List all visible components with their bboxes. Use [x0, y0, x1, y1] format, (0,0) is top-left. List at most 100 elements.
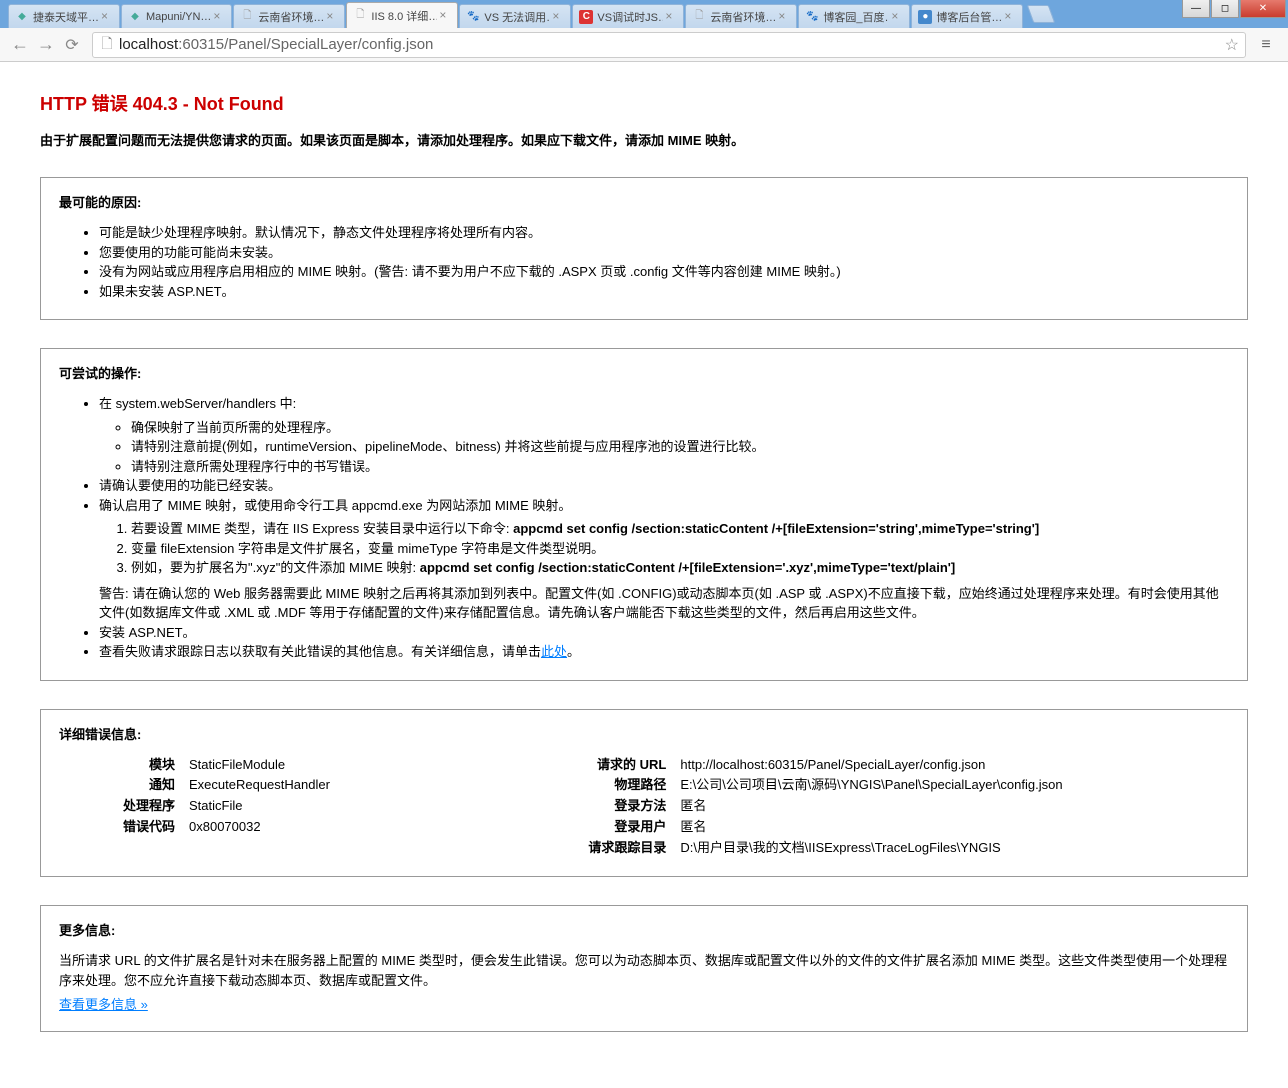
- window-close-button[interactable]: ✕: [1240, 0, 1286, 18]
- url-path: :60315/Panel/SpecialLayer/config.json: [178, 36, 433, 53]
- detail-row: 登录方法匿名: [550, 796, 1229, 817]
- list-item: 可能是缺少处理程序映射。默认情况下，静态文件处理程序将处理所有内容。: [99, 223, 1229, 243]
- detail-label: 登录用户: [550, 817, 680, 838]
- tab-close-icon[interactable]: ×: [1004, 11, 1016, 23]
- tab-favicon-icon: ●: [918, 10, 932, 24]
- tab-title: Mapuni/YN…: [146, 11, 211, 23]
- list-item: 查看失败请求跟踪日志以获取有关此错误的其他信息。有关详细信息，请单击此处。: [99, 642, 1229, 662]
- tab-favicon-icon: 🗋: [692, 10, 706, 24]
- command-text: appcmd set config /section:staticContent…: [420, 560, 956, 575]
- browser-tab[interactable]: ● 博客后台管…×: [911, 4, 1023, 28]
- likely-causes-section: 最可能的原因: 可能是缺少处理程序映射。默认情况下，静态文件处理程序将处理所有内…: [40, 177, 1248, 320]
- more-info-link[interactable]: 查看更多信息 »: [59, 997, 148, 1012]
- detail-row: 物理路径E:\公司\公司项目\云南\源码\YNGIS\Panel\Special…: [550, 775, 1229, 796]
- tab-favicon-icon: 🐾: [466, 10, 480, 24]
- list-item: 变量 fileExtension 字符串是文件扩展名，变量 mimeType 字…: [131, 539, 1229, 559]
- url-host: localhost: [119, 36, 178, 53]
- tab-favicon-icon: 🗋: [240, 10, 254, 24]
- command-text: appcmd set config /section:staticContent…: [513, 521, 1039, 536]
- section-heading: 最可能的原因:: [59, 192, 1229, 211]
- back-button[interactable]: ←: [8, 33, 32, 57]
- tab-close-icon[interactable]: ×: [326, 11, 338, 23]
- tab-close-icon[interactable]: ×: [891, 11, 903, 23]
- tab-title: VS 无法调用…: [484, 9, 550, 25]
- window-maximize-button[interactable]: ◻: [1211, 0, 1239, 18]
- detail-row: 登录用户匿名: [550, 817, 1229, 838]
- detail-value: 0x80070032: [189, 817, 550, 838]
- detail-row: 处理程序StaticFile: [59, 796, 550, 817]
- tab-title: 博客后台管…: [936, 9, 1002, 25]
- detail-value: StaticFileModule: [189, 755, 550, 776]
- tab-close-icon[interactable]: ×: [552, 11, 564, 23]
- details-link[interactable]: 此处: [541, 644, 567, 659]
- list-item: 您要使用的功能可能尚未安装。: [99, 243, 1229, 263]
- tab-close-icon[interactable]: ×: [439, 10, 451, 22]
- list-item: 在 system.webServer/handlers 中: 确保映射了当前页所…: [99, 394, 1229, 476]
- reload-button[interactable]: ⟳: [60, 33, 84, 57]
- detail-label: 登录方法: [550, 796, 680, 817]
- list-item: 请确认要使用的功能已经安装。: [99, 476, 1229, 496]
- browser-tab[interactable]: CVS调试时JS…×: [572, 4, 684, 28]
- section-heading: 可尝试的操作:: [59, 363, 1229, 382]
- tab-close-icon[interactable]: ×: [665, 11, 677, 23]
- detail-row: 错误代码0x80070032: [59, 817, 550, 838]
- detail-row: 请求的 URLhttp://localhost:60315/Panel/Spec…: [550, 755, 1229, 776]
- detail-label: 物理路径: [550, 775, 680, 796]
- bookmark-star-icon[interactable]: ☆: [1225, 35, 1239, 55]
- detail-value: D:\用户目录\我的文档\IISExpress\TraceLogFiles\YN…: [680, 838, 1229, 859]
- tab-favicon-icon: 🗋: [353, 9, 367, 23]
- browser-tab[interactable]: 🗋 云南省环境…×: [233, 4, 345, 28]
- list-item: 如果未安装 ASP.NET。: [99, 282, 1229, 302]
- list-item: 请特别注意前提(例如，runtimeVersion、pipelineMode、b…: [131, 437, 1229, 457]
- list-item: 没有为网站或应用程序启用相应的 MIME 映射。(警告: 请不要为用户不应下载的…: [99, 262, 1229, 282]
- detail-row: 请求跟踪目录D:\用户目录\我的文档\IISExpress\TraceLogFi…: [550, 838, 1229, 859]
- error-description: 由于扩展配置问题而无法提供您请求的页面。如果该页面是脚本，请添加处理程序。如果应…: [40, 130, 1248, 149]
- tab-favicon-icon: C: [579, 10, 593, 24]
- browser-tab[interactable]: 🗋 IIS 8.0 详细…×: [346, 2, 458, 28]
- detail-label: 模块: [59, 755, 189, 776]
- list-item: 若要设置 MIME 类型，请在 IIS Express 安装目录中运行以下命令:…: [131, 519, 1229, 539]
- browser-tab[interactable]: ◆捷泰天域平…×: [8, 4, 120, 28]
- list-item: 安装 ASP.NET。: [99, 623, 1229, 643]
- page-content: HTTP 错误 404.3 - Not Found 由于扩展配置问题而无法提供您…: [0, 62, 1288, 1088]
- browser-tab-strip: ◆捷泰天域平…×◆Mapuni/YN…×🗋云南省环境…×🗋IIS 8.0 详细……: [0, 0, 1288, 28]
- detail-label: 处理程序: [59, 796, 189, 817]
- browser-tab[interactable]: ◆Mapuni/YN…×: [121, 4, 232, 28]
- tab-title: 云南省环境…: [258, 9, 324, 25]
- browser-tab[interactable]: 🐾博客园_百度…×: [798, 4, 910, 28]
- detail-label: 错误代码: [59, 817, 189, 838]
- forward-button[interactable]: →: [34, 33, 58, 57]
- error-title: HTTP 错误 404.3 - Not Found: [40, 90, 1248, 116]
- detail-row: 通知ExecuteRequestHandler: [59, 775, 550, 796]
- tab-close-icon[interactable]: ×: [213, 11, 225, 23]
- list-item: 请特别注意所需处理程序行中的书写错误。: [131, 457, 1229, 477]
- list-item: 例如，要为扩展名为".xyz"的文件添加 MIME 映射: appcmd set…: [131, 558, 1229, 578]
- detail-value: 匿名: [680, 817, 1229, 838]
- more-info-text: 当所请求 URL 的文件扩展名是针对未在服务器上配置的 MIME 类型时，便会发…: [59, 951, 1229, 990]
- section-heading: 详细错误信息:: [59, 724, 1229, 743]
- detail-value: E:\公司\公司项目\云南\源码\YNGIS\Panel\SpecialLaye…: [680, 775, 1229, 796]
- url-text: localhost:60315/Panel/SpecialLayer/confi…: [119, 36, 1225, 53]
- detail-row: 模块StaticFileModule: [59, 755, 550, 776]
- tab-title: 博客园_百度…: [823, 9, 889, 25]
- site-info-icon[interactable]: 🗋: [99, 33, 115, 57]
- window-minimize-button[interactable]: —: [1182, 0, 1210, 18]
- browser-toolbar: ← → ⟳ 🗋 localhost:60315/Panel/SpecialLay…: [0, 28, 1288, 62]
- list-item: 确保映射了当前页所需的处理程序。: [131, 418, 1229, 438]
- chrome-menu-button[interactable]: ≡: [1252, 33, 1280, 57]
- tab-title: IIS 8.0 详细…: [371, 8, 437, 24]
- list-item: 确认启用了 MIME 映射，或使用命令行工具 appcmd.exe 为网站添加 …: [99, 496, 1229, 623]
- tab-close-icon[interactable]: ×: [101, 11, 113, 23]
- warning-text: 警告: 请在确认您的 Web 服务器需要此 MIME 映射之后再将其添加到列表中…: [99, 584, 1229, 623]
- new-tab-button[interactable]: [1027, 5, 1056, 23]
- detail-value: StaticFile: [189, 796, 550, 817]
- detail-value: http://localhost:60315/Panel/SpecialLaye…: [680, 755, 1229, 776]
- browser-tab[interactable]: 🐾 VS 无法调用…×: [459, 4, 571, 28]
- detail-label: 通知: [59, 775, 189, 796]
- address-bar[interactable]: 🗋 localhost:60315/Panel/SpecialLayer/con…: [92, 32, 1246, 58]
- tab-title: 捷泰天域平…: [33, 9, 99, 25]
- detail-label: 请求跟踪目录: [550, 838, 680, 859]
- tab-close-icon[interactable]: ×: [778, 11, 790, 23]
- detail-value: ExecuteRequestHandler: [189, 775, 550, 796]
- browser-tab[interactable]: 🗋云南省环境…×: [685, 4, 797, 28]
